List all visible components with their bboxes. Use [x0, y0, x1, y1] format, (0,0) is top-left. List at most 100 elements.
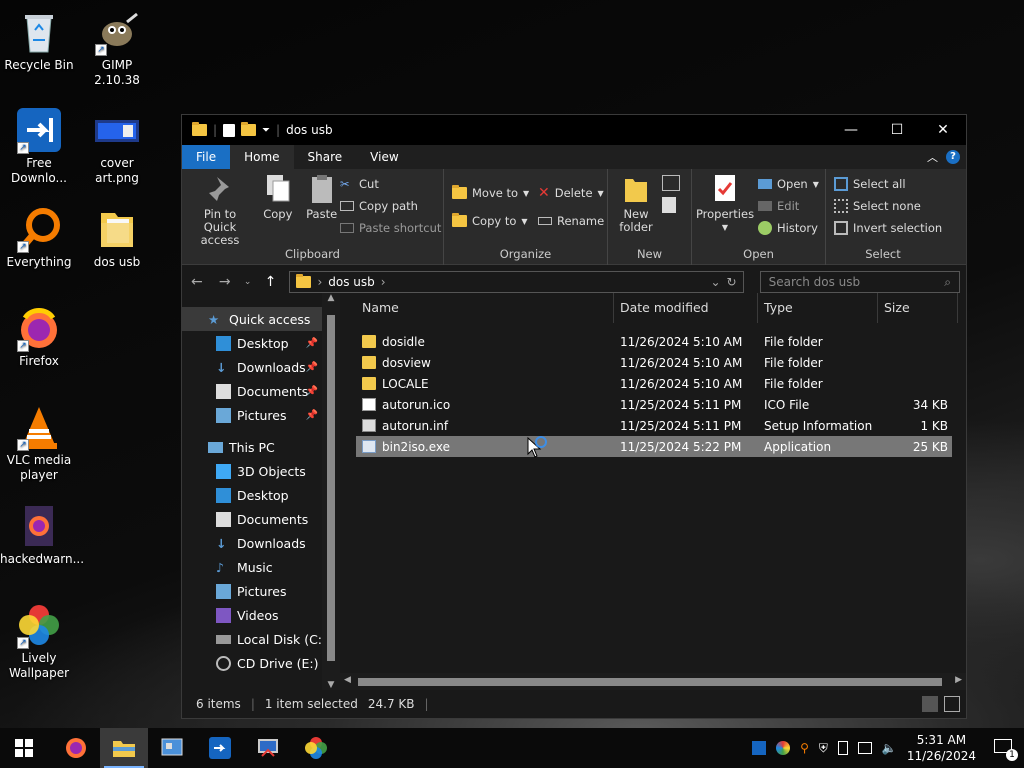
tray-network-icon[interactable]: [857, 742, 872, 754]
forward-button[interactable]: →: [216, 274, 234, 290]
nav-this-pc[interactable]: This PC: [182, 435, 340, 459]
horizontal-scrollbar[interactable]: ◀ ▶: [340, 673, 966, 690]
nav-downloads[interactable]: ↓ Downloads: [182, 531, 340, 555]
edit-button[interactable]: Edit: [758, 195, 819, 217]
large-icons-view-icon[interactable]: [944, 696, 960, 712]
refresh-icon[interactable]: ↻: [727, 275, 737, 289]
scroll-left-icon[interactable]: ◀: [344, 675, 351, 685]
select-none-button[interactable]: Select none: [834, 195, 942, 217]
tray-security-shield-icon[interactable]: ⛨: [819, 741, 828, 756]
nav-3d-objects[interactable]: 3D Objects: [182, 459, 340, 483]
file-row[interactable]: autorun.inf 11/25/2024 5:11 PM Setup Infor…: [356, 415, 952, 436]
paste-shortcut-button[interactable]: Paste shortcut: [340, 217, 441, 239]
nav-quick-pictures[interactable]: Pictures 📌: [182, 403, 340, 427]
column-type[interactable]: Type: [758, 293, 878, 323]
nav-quick-access[interactable]: ★ Quick access: [182, 307, 340, 331]
select-all-button[interactable]: Select all: [834, 173, 942, 195]
nav-documents[interactable]: Documents: [182, 507, 340, 531]
nav-videos[interactable]: Videos: [182, 603, 340, 627]
horizontal-scrollbar-thumb[interactable]: [358, 678, 942, 686]
taskbar-free-download-manager[interactable]: [196, 728, 244, 768]
taskbar-firefox[interactable]: [52, 728, 100, 768]
nav-quick-desktop[interactable]: Desktop 📌: [182, 331, 340, 355]
recent-locations-icon[interactable]: ⌄: [244, 277, 252, 287]
delete-button[interactable]: ✕ Delete ▼: [538, 179, 604, 207]
desktop-icon-vlc[interactable]: ↗ VLC media player: [0, 403, 78, 483]
copy-to-button[interactable]: Copy to ▼: [452, 207, 529, 235]
collapse-ribbon-icon[interactable]: ︿: [927, 149, 938, 165]
new-folder-quick-icon[interactable]: [241, 122, 257, 136]
taskbar-remote-app[interactable]: [244, 728, 292, 768]
back-button[interactable]: ←: [188, 274, 206, 290]
address-bar[interactable]: › dos usb › ⌄ ↻: [289, 271, 744, 293]
copy-path-button[interactable]: Copy path: [340, 195, 441, 217]
desktop-icon-recycle-bin[interactable]: Recycle Bin: [0, 8, 78, 73]
file-row[interactable]: autorun.ico 11/25/2024 5:11 PM ICO File 34 …: [356, 394, 952, 415]
copy-button[interactable]: Copy: [260, 173, 296, 221]
new-folder-button[interactable]: New folder: [614, 173, 658, 234]
tab-file[interactable]: File: [182, 145, 231, 169]
clock[interactable]: 5:31 AM 11/26/2024: [907, 732, 976, 764]
paste-button[interactable]: Paste: [304, 173, 340, 221]
address-dropdown-icon[interactable]: ⌄: [710, 275, 720, 289]
scroll-up-icon[interactable]: ▲: [322, 293, 340, 303]
column-name[interactable]: Name: [356, 293, 614, 323]
taskbar-lively-wallpaper[interactable]: [292, 728, 340, 768]
file-row[interactable]: LOCALE 11/26/2024 5:10 AM File folder: [356, 373, 952, 394]
open-button[interactable]: Open ▼: [758, 173, 819, 195]
up-button[interactable]: ↑: [262, 274, 280, 290]
desktop-icon-cover-art[interactable]: cover art.png: [78, 106, 156, 186]
maximize-button[interactable]: ☐: [874, 115, 920, 145]
taskbar-file-explorer[interactable]: [100, 728, 148, 768]
tray-free-download-manager-icon[interactable]: [752, 741, 767, 755]
nav-quick-downloads[interactable]: ↓ Downloads 📌: [182, 355, 340, 379]
desktop-icon-gimp[interactable]: ↗ GIMP 2.10.38: [78, 8, 156, 88]
easy-access-icon[interactable]: [662, 197, 676, 213]
taskbar-control-panel[interactable]: [148, 728, 196, 768]
invert-selection-button[interactable]: Invert selection: [834, 217, 942, 239]
pin-to-quick-access-button[interactable]: Pin to Quick access: [188, 173, 252, 247]
nav-cd-drive[interactable]: CD Drive (E:) GP...: [182, 651, 322, 675]
nav-scrollbar[interactable]: ▲ ▼: [322, 293, 340, 690]
file-row[interactable]: dosidle 11/26/2024 5:10 AM File folder: [356, 331, 952, 352]
details-view-icon[interactable]: [922, 696, 938, 712]
tab-share[interactable]: Share: [294, 145, 357, 169]
column-size[interactable]: Size: [878, 293, 958, 323]
nav-local-disk[interactable]: Local Disk (C:): [182, 627, 340, 651]
rename-button[interactable]: Rename: [538, 207, 604, 235]
properties-button[interactable]: Properties ▼: [696, 173, 754, 234]
desktop-icon-hackedwarn[interactable]: hackedwarn...: [0, 502, 84, 567]
nav-music[interactable]: ♪ Music: [182, 555, 340, 579]
file-row[interactable]: dosview 11/26/2024 5:10 AM File folder: [356, 352, 952, 373]
properties-quick-icon[interactable]: [223, 123, 236, 137]
address-path[interactable]: dos usb: [328, 275, 375, 289]
tray-everything-icon[interactable]: ⚲: [800, 741, 809, 755]
help-icon[interactable]: ?: [946, 150, 960, 164]
new-item-icon[interactable]: [662, 175, 680, 191]
scroll-right-icon[interactable]: ▶: [955, 675, 962, 685]
tab-home[interactable]: Home: [230, 145, 294, 169]
column-date-modified[interactable]: Date modified: [614, 293, 758, 323]
nav-desktop[interactable]: Desktop: [182, 483, 340, 507]
search-input[interactable]: Search dos usb ⌕: [759, 271, 961, 293]
nav-scrollbar-thumb[interactable]: [327, 315, 335, 661]
customize-quick-access-icon[interactable]: ⏷: [262, 125, 270, 136]
cut-button[interactable]: ✂ Cut: [340, 173, 441, 195]
close-button[interactable]: ✕: [920, 115, 966, 145]
notification-button[interactable]: 1: [994, 739, 1018, 761]
start-button[interactable]: [0, 728, 48, 768]
nav-pictures[interactable]: Pictures: [182, 579, 340, 603]
desktop-icon-everything[interactable]: ↗ Everything: [0, 205, 78, 270]
move-to-button[interactable]: Move to ▼: [452, 179, 529, 207]
desktop-icon-firefox[interactable]: ↗ Firefox: [0, 304, 78, 369]
history-button[interactable]: History: [758, 217, 819, 239]
tray-color-icon[interactable]: [776, 741, 791, 755]
desktop-icon-free-download-manager[interactable]: ↗ Free Downlo...: [0, 106, 78, 186]
scroll-down-icon[interactable]: ▼: [322, 680, 340, 690]
tab-view[interactable]: View: [356, 145, 412, 169]
tray-usb-icon[interactable]: [837, 741, 848, 755]
desktop-icon-dos-usb[interactable]: dos usb: [78, 205, 156, 270]
nav-quick-documents[interactable]: Documents 📌: [182, 379, 340, 403]
tray-volume-icon[interactable]: 🔈: [882, 741, 897, 755]
minimize-button[interactable]: —: [828, 115, 874, 145]
